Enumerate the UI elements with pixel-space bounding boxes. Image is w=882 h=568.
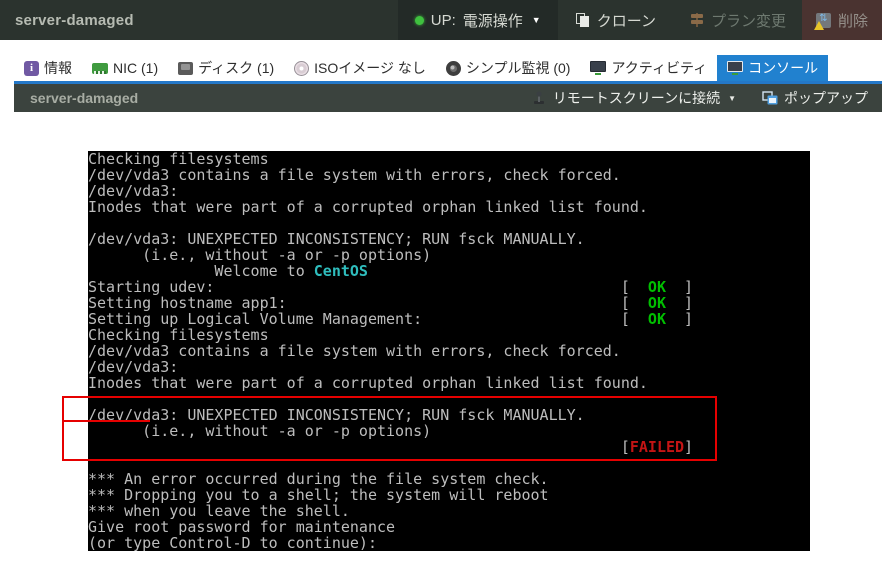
popup-label: ポップアップ — [784, 88, 868, 108]
terminal-line: *** Dropping you to a shell; the system … — [88, 487, 810, 503]
tab-info-label: 情報 — [44, 58, 72, 78]
tab-console[interactable]: コンソール — [717, 55, 828, 81]
terminal-line: /dev/vda3: UNEXPECTED INCONSISTENCY; RUN… — [88, 407, 810, 423]
terminal-line: Starting udev: [ OK ] — [88, 279, 810, 295]
tab-info[interactable]: i 情報 — [14, 55, 82, 81]
remote-screen-label: リモートスクリーンに接続 — [553, 88, 720, 108]
server-name-title: server-damaged — [0, 12, 134, 29]
remote-screen-connect-button[interactable]: リモートスクリーンに接続 ▼ — [531, 88, 736, 108]
clone-button[interactable]: クローン — [558, 0, 674, 40]
signpost-icon — [690, 12, 704, 28]
server-tab-bar: i 情報 NIC (1) ディスク (1) ISOイメージ なし シンプル監視 … — [14, 55, 882, 84]
tab-monitoring-label: シンプル監視 (0) — [466, 58, 571, 78]
tab-disk[interactable]: ディスク (1) — [168, 55, 284, 81]
clone-copy-icon — [576, 13, 590, 28]
terminal-line: (i.e., without -a or -p options) — [88, 423, 810, 439]
terminal-line — [88, 215, 810, 231]
terminal-line: [FAILED] — [88, 439, 810, 455]
terminal-line: Give root password for maintenance — [88, 519, 810, 535]
tab-iso-image[interactable]: ISOイメージ なし — [284, 55, 436, 81]
terminal-line: Welcome to CentOS — [88, 263, 810, 279]
terminal-line: *** An error occurred during the file sy… — [88, 471, 810, 487]
clone-label: クローン — [597, 10, 656, 31]
terminal-screen[interactable]: Checking filesystems/dev/vda3 contains a… — [88, 151, 810, 551]
terminal-line: Inodes that were part of a corrupted orp… — [88, 199, 810, 215]
activity-monitor-icon — [590, 61, 606, 75]
tab-simple-monitoring[interactable]: シンプル監視 (0) — [436, 55, 581, 81]
terminal-line: Setting hostname app1: [ OK ] — [88, 295, 810, 311]
joystick-icon — [531, 90, 547, 106]
tab-nic-label: NIC (1) — [113, 60, 158, 76]
nic-card-icon — [92, 63, 108, 74]
server-header: server-damaged UP: 電源操作 ▼ クローン プラン変更 ⇅ 削… — [0, 0, 882, 40]
terminal-line: Setting up Logical Volume Management: [ … — [88, 311, 810, 327]
tab-nic[interactable]: NIC (1) — [82, 55, 168, 81]
terminal-line — [88, 455, 810, 471]
status-up-dot — [415, 16, 424, 25]
terminal-line — [88, 391, 810, 407]
iso-disc-icon — [294, 61, 309, 76]
delete-label: 削除 — [838, 10, 868, 31]
plan-change-button[interactable]: プラン変更 — [674, 0, 802, 40]
terminal-line: Checking filesystems — [88, 151, 810, 167]
chevron-down-icon: ▼ — [728, 94, 736, 103]
tab-disk-label: ディスク (1) — [198, 58, 274, 78]
console-toolbar: server-damaged リモートスクリーンに接続 ▼ ポップアップ — [14, 84, 882, 112]
console-toolbar-actions: リモートスクリーンに接続 ▼ ポップアップ — [531, 88, 882, 108]
terminal-line: /dev/vda3 contains a file system with er… — [88, 343, 810, 359]
power-status-label: UP: — [431, 12, 456, 29]
delete-server-warning-icon: ⇅ — [816, 13, 831, 28]
delete-button[interactable]: ⇅ 削除 — [802, 0, 882, 40]
console-monitor-icon — [727, 61, 743, 75]
camera-monitoring-icon — [446, 61, 461, 76]
terminal-line: *** when you leave the shell. — [88, 503, 810, 519]
terminal-line: Inodes that were part of a corrupted orp… — [88, 375, 810, 391]
terminal-line: /dev/vda3 contains a file system with er… — [88, 167, 810, 183]
tab-activity[interactable]: アクティビティ — [580, 55, 717, 81]
terminal-line: /dev/vda3: UNEXPECTED INCONSISTENCY; RUN… — [88, 231, 810, 247]
server-console-page: server-damaged UP: 電源操作 ▼ クローン プラン変更 ⇅ 削… — [0, 0, 882, 568]
terminal-line: (i.e., without -a or -p options) — [88, 247, 810, 263]
terminal-line: /dev/vda3: — [88, 359, 810, 375]
tab-activity-label: アクティビティ — [611, 58, 707, 78]
terminal-line: (or type Control-D to continue): _ — [88, 535, 810, 551]
popup-button[interactable]: ポップアップ — [762, 88, 868, 108]
power-operations-label: 電源操作 — [463, 10, 523, 31]
chevron-down-icon: ▼ — [532, 15, 541, 25]
disk-icon — [178, 62, 193, 75]
tab-iso-label: ISOイメージ なし — [314, 58, 426, 78]
console-server-name: server-damaged — [14, 90, 138, 106]
info-icon: i — [24, 61, 39, 76]
power-operations-dropdown[interactable]: UP: 電源操作 ▼ — [398, 0, 558, 40]
terminal-line: Checking filesystems — [88, 327, 810, 343]
terminal-line: /dev/vda3: — [88, 183, 810, 199]
header-actions: UP: 電源操作 ▼ クローン プラン変更 ⇅ 削除 — [398, 0, 882, 40]
popup-windows-icon — [762, 91, 778, 106]
tab-console-label: コンソール — [748, 58, 818, 78]
plan-change-label: プラン変更 — [711, 10, 786, 31]
